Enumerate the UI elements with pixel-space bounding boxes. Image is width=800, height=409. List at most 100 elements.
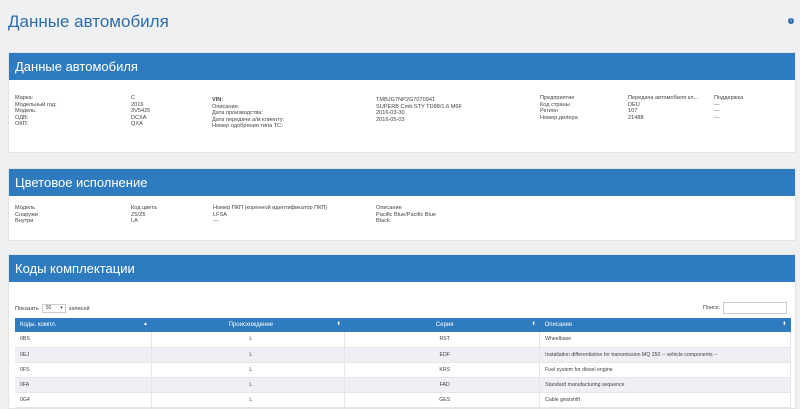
label-odv: ОДВ: bbox=[15, 114, 29, 121]
info-icon[interactable]: i bbox=[788, 18, 794, 24]
page-size-value: 50 bbox=[45, 305, 52, 311]
chevron-down-icon: ▾ bbox=[60, 305, 63, 311]
vehicle-col1-labels: Марка: Модельный год: Модель: ОДВ: ОКП: bbox=[15, 95, 57, 128]
cell-origin: L bbox=[151, 332, 346, 347]
color-model-label: Модель bbox=[15, 205, 36, 211]
cell-series: EDF bbox=[344, 347, 541, 362]
value-country-code: DEU bbox=[628, 101, 640, 108]
value-support: Поддержка bbox=[714, 95, 744, 101]
value-region: 107 bbox=[628, 108, 638, 115]
value-support-2: --- bbox=[714, 108, 720, 115]
equipment-codes-header: Коды комплектации bbox=[9, 255, 795, 282]
column-header-series[interactable]: Серия ⬍ bbox=[345, 318, 540, 332]
cell-description: Standard manufacturing sequence bbox=[539, 377, 791, 392]
label-model-year: Модельный год: bbox=[15, 101, 57, 108]
label-region: Регион bbox=[540, 108, 558, 115]
cell-description: Fuel system for diesel engine bbox=[539, 362, 791, 377]
table-row[interactable]: 0BS L RST Wheelbase bbox=[15, 332, 791, 347]
vehicle-col3-labels: Предприятие Код страны Регион Номер диле… bbox=[540, 95, 578, 121]
sort-icon: ⬍ bbox=[782, 321, 787, 327]
cell-origin: L bbox=[151, 377, 346, 392]
value-model-year: 2016 bbox=[131, 101, 144, 108]
show-label: Показать bbox=[15, 305, 39, 312]
label-vin: VIN: bbox=[212, 97, 224, 103]
label-production-date: Дата производства: bbox=[212, 110, 263, 117]
search-input[interactable] bbox=[723, 302, 787, 314]
label-type-approval: Номер одобрения типа ТС: bbox=[212, 123, 283, 130]
search-label: Поиск: bbox=[702, 305, 720, 311]
value-dealer-number: 21488 bbox=[628, 114, 644, 121]
label-okp: ОКП: bbox=[15, 121, 29, 128]
sort-asc-icon: ▲ bbox=[142, 321, 148, 327]
vehicle-col3-values: Передача автомобиля кл... DEU 107 21488 bbox=[628, 95, 698, 121]
color-exterior-description: Pacific Blue/Pacific Blue bbox=[376, 211, 437, 218]
column-header-code[interactable]: Коды. компл. ▲ bbox=[15, 318, 152, 332]
cell-description: Wheelbase bbox=[539, 332, 791, 347]
cell-origin: L bbox=[151, 362, 346, 377]
table-row[interactable]: 0G4 L GES Cable gearshift bbox=[15, 392, 791, 407]
value-model: 3V5425 bbox=[131, 108, 151, 115]
column-header-origin[interactable]: Происхождение ⬍ bbox=[152, 318, 345, 332]
cell-description: Installation differentiation for transmi… bbox=[539, 347, 791, 362]
entries-label: записей bbox=[68, 305, 90, 312]
label-make: Марка: bbox=[15, 95, 34, 101]
color-interior-code: LA bbox=[131, 218, 138, 225]
cell-code: 0G4 bbox=[15, 392, 153, 407]
table-header-row: Коды. компл. ▲ Происхождение ⬍ Серия ⬍ Опис… bbox=[15, 318, 791, 332]
color-pkp-header: Номер ПКП (коренной идентификатор ПКП) bbox=[213, 205, 328, 211]
search-control: Поиск: bbox=[703, 302, 787, 314]
color-exterior-code: Z5/Z5 bbox=[131, 211, 146, 218]
color-col-code: Код цвета Z5/Z5 LA bbox=[131, 205, 157, 225]
vehicle-data-panel: Данные автомобиля Марка: Модельный год: … bbox=[8, 52, 796, 153]
label-delivery-date: Дата передачи а/м клиенту: bbox=[212, 116, 285, 123]
table-row[interactable]: 0EJ L EDF Installation differentiation f… bbox=[15, 347, 791, 362]
value-support-1: --- bbox=[714, 101, 720, 108]
cell-origin: L bbox=[151, 347, 346, 362]
value-enterprise: Передача автомобиля кл... bbox=[628, 95, 699, 101]
cell-origin: L bbox=[151, 392, 346, 407]
page-length-control: Показать 50 ▾ записей bbox=[15, 304, 90, 313]
value-odv: DCXA bbox=[131, 114, 147, 121]
cell-code: 0EJ bbox=[15, 347, 153, 362]
cell-series: KRS bbox=[344, 362, 541, 377]
color-header: Цветовое исполнение bbox=[9, 169, 795, 196]
table-row[interactable]: 0FS L KRS Fuel system for diesel engine bbox=[15, 362, 791, 377]
value-make: C bbox=[131, 95, 136, 101]
value-support-3: --- bbox=[714, 114, 720, 121]
color-description-header: Описание bbox=[376, 205, 402, 211]
equipment-codes-panel: Коды комплектации Показать 50 ▾ записей … bbox=[8, 254, 796, 409]
color-col-description: Описание Pacific Blue/Pacific Blue Black bbox=[376, 205, 436, 225]
value-production-date: 2016-03-30 bbox=[376, 110, 405, 117]
equipment-codes-table: Коды. компл. ▲ Происхождение ⬍ Серия ⬍ Опис… bbox=[15, 318, 791, 408]
label-country-code: Код страны bbox=[540, 101, 570, 108]
value-description: SUPERB Cmb STY TD88/1.6 M6F bbox=[376, 103, 462, 110]
page-title: Данные автомобиля bbox=[8, 12, 169, 31]
cell-code: 0FS bbox=[15, 362, 153, 377]
color-interior-label: Внутри bbox=[15, 218, 34, 225]
vehicle-data-header: Данные автомобиля bbox=[9, 53, 795, 80]
vehicle-col1-values: C 2016 3V5425 DCXA QXA bbox=[131, 95, 150, 128]
color-panel: Цветовое исполнение Модель Снаружи Внутр… bbox=[8, 168, 796, 241]
value-okp: QXA bbox=[131, 121, 143, 128]
color-interior-description: Black bbox=[376, 218, 390, 225]
vehicle-col2-values: TMBJG7NP2G7070941 SUPERB Cmb STY TD88/1.… bbox=[376, 97, 462, 130]
sort-icon: ⬍ bbox=[336, 321, 341, 327]
table-row[interactable]: 0FA L FAD Standard manufacturing sequenc… bbox=[15, 377, 791, 392]
column-header-description[interactable]: Описание ⬍ bbox=[540, 318, 791, 332]
label-model: Модель: bbox=[15, 108, 37, 115]
cell-series: RST bbox=[344, 332, 541, 347]
page-size-select[interactable]: 50 ▾ bbox=[41, 304, 66, 313]
cell-series: GES bbox=[344, 392, 541, 407]
color-code-header: Код цвета bbox=[131, 205, 157, 211]
cell-description: Cable gearshift bbox=[539, 392, 791, 407]
sort-icon: ⬍ bbox=[531, 321, 536, 327]
value-type-approval bbox=[376, 123, 462, 130]
label-enterprise: Предприятие bbox=[540, 95, 575, 101]
label-description: Описание: bbox=[212, 103, 240, 110]
vehicle-col2-labels: VIN: Описание: Дата производства: Дата п… bbox=[212, 97, 284, 130]
color-exterior-pkp: LFSA bbox=[213, 211, 227, 218]
value-vin: TMBJG7NP2G7070941 bbox=[376, 97, 436, 103]
value-delivery-date: 2016-05-03 bbox=[376, 116, 405, 123]
cell-code: 0FA bbox=[15, 377, 153, 392]
cell-code: 0BS bbox=[15, 332, 153, 347]
